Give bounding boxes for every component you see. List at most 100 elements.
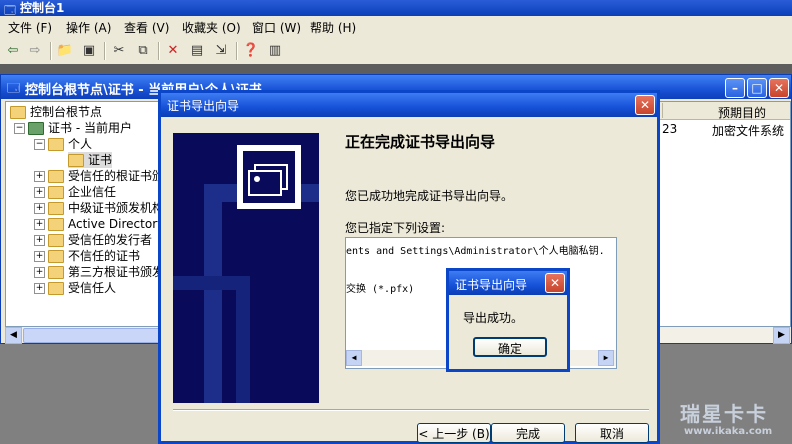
expand-icon[interactable]: + <box>34 283 45 294</box>
wizard-settings-label: 您已指定下列设置: <box>345 221 446 235</box>
minimize-button[interactable]: – <box>725 78 745 98</box>
menu-favorites[interactable]: 收藏夹 (O) <box>182 19 241 36</box>
console-tree: 控制台根节点 −证书 - 当前用户 −个人 证书 +受信任的根证书颁发机构 +企… <box>5 101 165 327</box>
tree-item-console-root[interactable]: 控制台根节点 <box>10 104 102 120</box>
tree-item-untrusted[interactable]: + 不信任的证书 <box>34 248 140 264</box>
finish-button[interactable]: 完成 <box>491 423 565 443</box>
certificate-store-icon <box>28 122 44 135</box>
folder-open-icon <box>68 154 84 167</box>
scroll-thumb[interactable] <box>23 328 165 343</box>
help-icon[interactable]: ❓ <box>242 42 260 60</box>
menu-bar: 文件 (F) 操作 (A) 查看 (V) 收藏夹 (O) 窗口 (W) 帮助 (… <box>0 16 792 39</box>
ok-button[interactable]: 确定 <box>473 337 547 357</box>
wizard-side-banner <box>173 133 319 403</box>
app-title-bar: 🗔 控制台1 <box>0 0 792 17</box>
wizard-divider <box>173 409 649 411</box>
folder-icon <box>48 266 64 279</box>
tree-item-enterprise-trust[interactable]: + 企业信任 <box>34 184 116 200</box>
toolbar-separator <box>236 42 238 60</box>
toolbar-separator <box>158 42 160 60</box>
header-divider <box>662 103 663 118</box>
app-title: 控制台1 <box>20 1 65 15</box>
messagebox-titlebar[interactable]: 证书导出向导 ✕ <box>449 271 567 295</box>
messagebox-text: 导出成功。 <box>463 311 524 325</box>
certificate-list: 预期目的 23 加密文件系统 <box>659 101 791 327</box>
list-cell-purpose: 加密文件系统 <box>712 124 785 138</box>
forward-arrow-icon[interactable]: ⇨ <box>26 42 44 60</box>
console-view-icon[interactable]: ▥ <box>266 42 284 60</box>
expand-icon[interactable]: + <box>34 251 45 262</box>
folder-icon <box>48 202 64 215</box>
tree-item-intermediate[interactable]: + 中级证书颁发机构 <box>34 200 164 216</box>
cancel-button[interactable]: 取消 <box>575 423 649 443</box>
menu-action[interactable]: 操作 (A) <box>66 19 111 36</box>
delete-icon[interactable]: ✕ <box>164 42 182 60</box>
settings-file-path: ents and Settings\Administrator\个人电脑私钥. <box>346 246 605 257</box>
back-button[interactable]: < 上一步 (B) <box>417 423 491 443</box>
back-arrow-icon[interactable]: ⇦ <box>4 42 22 60</box>
tree-item-trusted-root[interactable]: +受信任的根证书颁发机构 <box>34 168 164 184</box>
menu-file[interactable]: 文件 (F) <box>8 19 52 36</box>
scroll-left-icon[interactable]: ◀ <box>5 327 22 344</box>
list-cell-expiry: 23 <box>662 122 678 136</box>
folder-icon <box>48 138 64 151</box>
scroll-right-icon[interactable]: ▶ <box>773 327 790 344</box>
messagebox-close-button[interactable]: ✕ <box>545 273 565 293</box>
expand-icon[interactable]: + <box>34 203 45 214</box>
menu-window[interactable]: 窗口 (W) <box>252 19 301 36</box>
messagebox-title: 证书导出向导 <box>455 278 528 292</box>
tree-item-personal[interactable]: − 个人 <box>34 136 92 152</box>
folder-icon <box>48 250 64 263</box>
tree-item-third-party-root[interactable]: +第三方根证书颁发机构 <box>34 264 164 280</box>
scroll-left-icon[interactable]: ◀ <box>346 350 362 366</box>
tree-item-current-user[interactable]: − 证书 - 当前用户 <box>14 120 132 136</box>
folder-icon <box>48 218 64 231</box>
scroll-right-icon[interactable]: ▶ <box>598 350 614 366</box>
wizard-close-button[interactable]: ✕ <box>635 95 655 115</box>
folder-icon <box>48 234 64 247</box>
export-success-messagebox: 证书导出向导 ✕ 导出成功。 确定 <box>446 268 570 372</box>
export-wizard-dialog: 证书导出向导 ✕ 正在完成证书导出向导 您已成功地完成证书导出向导。 您已指定下… <box>158 90 660 444</box>
expand-icon[interactable]: + <box>34 171 45 182</box>
tree-item-certificates[interactable]: 证书 <box>68 152 113 168</box>
collapse-icon[interactable]: − <box>14 123 25 134</box>
toolbar-separator <box>104 42 106 60</box>
console-icon: 🗔 <box>7 81 21 95</box>
tree-item-active-directory[interactable]: +Active Directory 用户对象 <box>34 216 164 232</box>
expand-icon[interactable]: + <box>34 187 45 198</box>
list-header: 预期目的 <box>660 102 790 120</box>
export-wizard-title: 证书导出向导 <box>167 99 240 113</box>
tree-item-trusted-people[interactable]: + 受信任人 <box>34 280 116 296</box>
menu-help[interactable]: 帮助 (H) <box>310 19 356 36</box>
folder-icon <box>48 170 64 183</box>
toolbar: ⇦ ⇨ 📁 ▣ ✂ ⧉ ✕ ▤ ⇲ ❓ ▥ <box>0 38 792 65</box>
wizard-success-text: 您已成功地完成证书导出向导。 <box>345 189 514 203</box>
up-folder-icon[interactable]: 📁 <box>56 42 74 60</box>
properties-icon[interactable]: ▤ <box>188 42 206 60</box>
folder-icon <box>48 186 64 199</box>
toolbar-separator <box>50 42 52 60</box>
cut-icon[interactable]: ✂ <box>110 42 128 60</box>
menu-view[interactable]: 查看 (V) <box>124 19 169 36</box>
workspace-background <box>0 64 792 74</box>
watermark-url: www.ikaka.com <box>684 426 773 437</box>
settings-file-format: 交换 (*.pfx) <box>346 284 415 295</box>
expand-icon[interactable]: + <box>34 219 45 230</box>
wizard-banner-art <box>173 133 319 403</box>
watermark-brand: 瑞星卡卡 <box>680 402 768 426</box>
copy-icon[interactable]: ⧉ <box>134 42 152 60</box>
expand-icon[interactable]: + <box>34 267 45 278</box>
watermark-logo: 瑞星卡卡 www.ikaka.com <box>666 398 792 444</box>
export-wizard-titlebar[interactable]: 证书导出向导 ✕ <box>161 93 657 117</box>
tree-item-trusted-publishers[interactable]: + 受信任的发行者 <box>34 232 152 248</box>
expand-icon[interactable]: + <box>34 235 45 246</box>
folder-icon <box>48 282 64 295</box>
close-button[interactable]: ✕ <box>769 78 789 98</box>
collapse-icon[interactable]: − <box>34 139 45 150</box>
folder-icon <box>10 106 26 119</box>
wizard-heading: 正在完成证书导出向导 <box>345 133 496 151</box>
maximize-button[interactable]: □ <box>747 78 767 98</box>
column-intended-purposes[interactable]: 预期目的 <box>718 104 766 121</box>
export-list-icon[interactable]: ⇲ <box>212 42 230 60</box>
show-hide-tree-icon[interactable]: ▣ <box>80 42 98 60</box>
